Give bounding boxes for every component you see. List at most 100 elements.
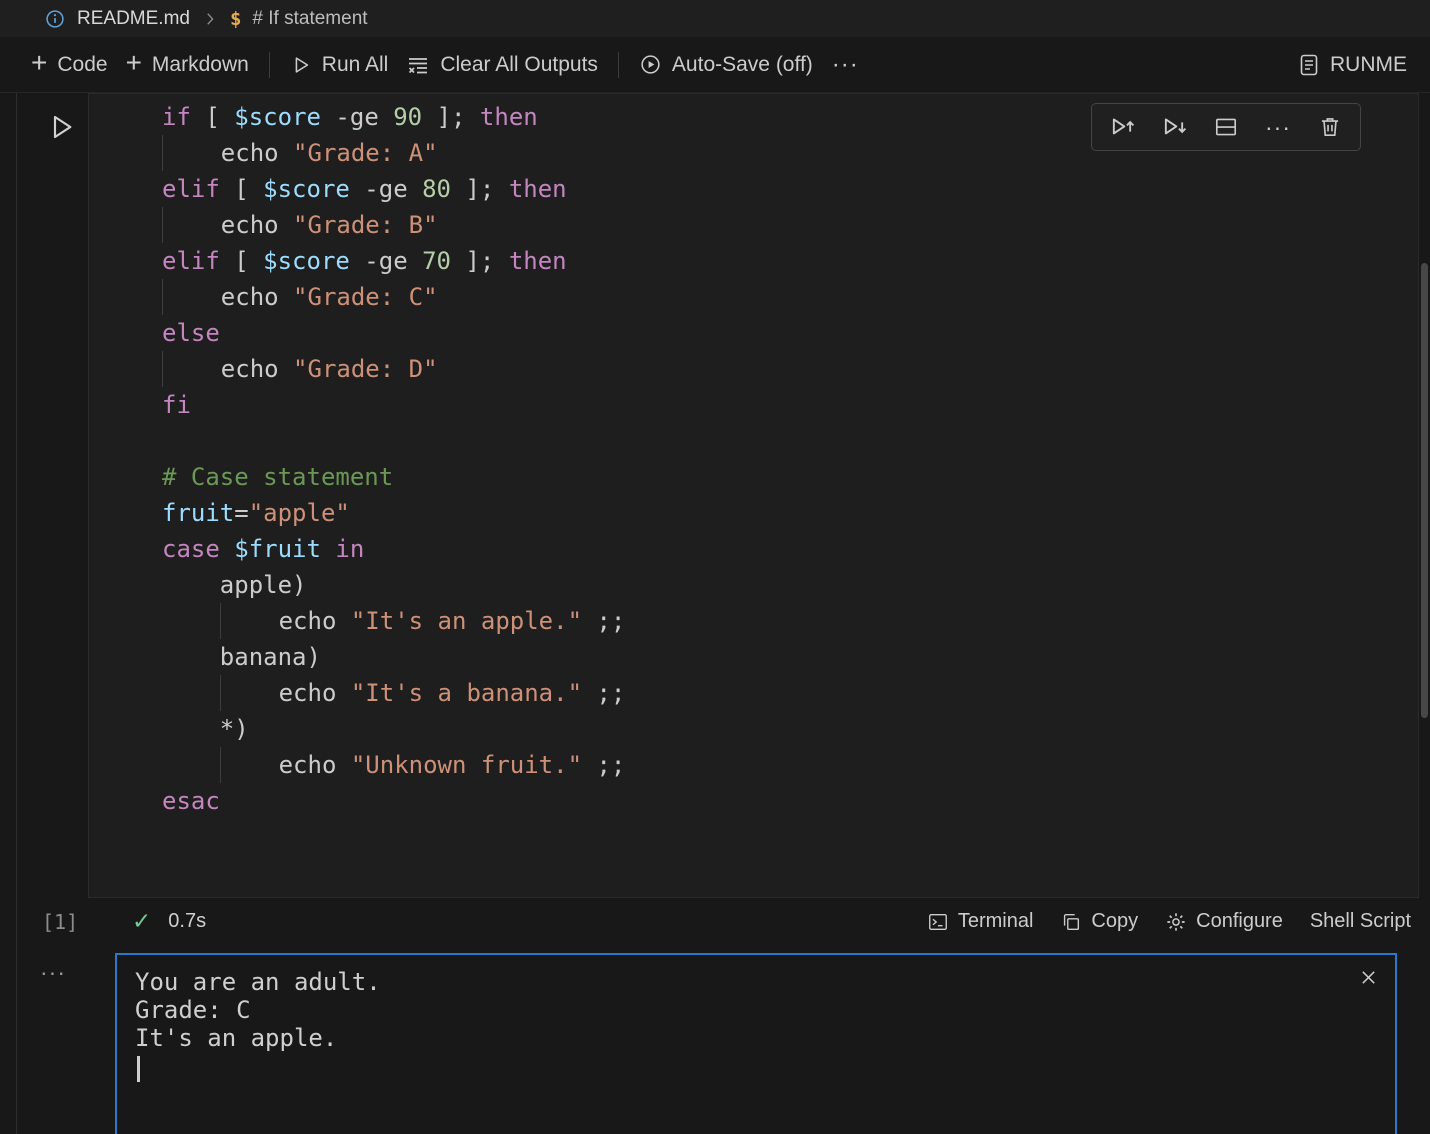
code-line[interactable]: fi [162, 387, 1418, 423]
cell-code-editor[interactable]: if [ $score -ge 90 ]; then echo "Grade: … [88, 93, 1419, 898]
code-token: -ge [350, 175, 422, 203]
breadcrumb-file[interactable]: README.md [77, 8, 190, 30]
copy-icon [1060, 911, 1082, 933]
terminal-button[interactable]: Terminal [927, 910, 1034, 933]
auto-save-label: Auto-Save (off) [672, 53, 813, 77]
code-line[interactable]: elif [ $score -ge 70 ]; then [162, 243, 1418, 279]
code-token [321, 535, 335, 563]
breadcrumb-section[interactable]: # If statement [252, 8, 367, 30]
runme-icon [1298, 53, 1320, 77]
plus-icon: + [31, 53, 47, 73]
notebook-cell: if [ $score -ge 90 ]; then echo "Grade: … [16, 93, 1430, 1134]
code-token: fi [162, 391, 191, 419]
success-check-icon: ✓ [132, 909, 151, 935]
auto-save-icon [639, 53, 662, 76]
code-token: 70 [422, 247, 451, 275]
code-token: apple) [162, 571, 307, 599]
vertical-scrollbar[interactable] [1421, 263, 1428, 718]
code-token: [ [191, 103, 234, 131]
output-more-button[interactable]: ··· [40, 959, 66, 986]
code-line[interactable]: # Case statement [162, 459, 1418, 495]
delete-cell-button[interactable] [1304, 107, 1356, 147]
code-token: ;; [582, 751, 625, 779]
code-line[interactable]: echo "Grade: B" [162, 207, 1418, 243]
execute-above-button[interactable] [1096, 107, 1148, 147]
code-line[interactable]: esac [162, 783, 1418, 819]
code-token: $score [263, 247, 350, 275]
terminal-cursor [137, 1056, 140, 1082]
code-line[interactable]: echo "Unknown fruit." ;; [162, 747, 1418, 783]
code-token: "Unknown fruit." [351, 751, 582, 779]
configure-button[interactable]: Configure [1165, 910, 1283, 933]
toolbar-more-button[interactable]: ··· [822, 47, 869, 83]
code-token: -ge [350, 247, 422, 275]
cell-output-row: ··· You are an adult.Grade: CIt's an app… [88, 953, 1397, 1134]
code-line[interactable]: echo "Grade: D" [162, 351, 1418, 387]
run-all-label: Run All [322, 53, 389, 77]
chevron-right-icon [201, 10, 219, 28]
code-token: "It's a banana." [351, 679, 582, 707]
breadcrumb-symbol-shell[interactable]: $ [230, 8, 241, 30]
code-line[interactable]: banana) [162, 639, 1418, 675]
code-token: echo [221, 679, 351, 707]
code-token: echo [221, 607, 351, 635]
code-token [162, 679, 220, 707]
code-line[interactable]: *) [162, 711, 1418, 747]
configure-label: Configure [1196, 910, 1283, 933]
code-token: 80 [422, 175, 451, 203]
copy-button[interactable]: Copy [1060, 910, 1138, 933]
clear-all-icon [406, 53, 430, 77]
code-token: [ [220, 175, 263, 203]
add-markdown-label: Markdown [152, 53, 249, 77]
info-icon[interactable] [44, 8, 66, 30]
code-token: $fruit [234, 535, 321, 563]
terminal-line: Grade: C [135, 996, 1377, 1024]
close-output-button[interactable] [1358, 967, 1379, 988]
code-token: $score [234, 103, 321, 131]
language-picker[interactable]: Shell Script [1310, 910, 1411, 933]
auto-save-button[interactable]: Auto-Save (off) [630, 47, 822, 83]
execute-below-button[interactable] [1148, 107, 1200, 147]
copy-label: Copy [1091, 910, 1138, 933]
split-cell-button[interactable] [1200, 107, 1252, 147]
clear-all-outputs-label: Clear All Outputs [440, 53, 598, 77]
runme-button[interactable]: RUNME [1289, 47, 1416, 83]
run-all-button[interactable]: Run All [281, 47, 398, 83]
code-token: -ge [321, 103, 393, 131]
notebook-toolbar: + Code + Markdown Run All Clear All Outp… [0, 37, 1430, 93]
add-code-label: Code [57, 53, 107, 77]
code-token: echo [163, 139, 293, 167]
code-line[interactable]: echo "Grade: C" [162, 279, 1418, 315]
code-token: = [234, 499, 248, 527]
cell-more-actions-button[interactable]: ··· [1252, 107, 1304, 147]
code-line[interactable]: else [162, 315, 1418, 351]
play-icon [290, 54, 312, 76]
code-line[interactable]: echo "It's an apple." ;; [162, 603, 1418, 639]
add-markdown-button[interactable]: + Markdown [117, 47, 258, 83]
clear-all-outputs-button[interactable]: Clear All Outputs [397, 47, 607, 83]
run-cell-button[interactable] [45, 111, 77, 143]
toolbar-separator [618, 52, 619, 78]
code-line[interactable]: case $fruit in [162, 531, 1418, 567]
code-token: then [509, 175, 567, 203]
code-line[interactable]: fruit="apple" [162, 495, 1418, 531]
code-token: "Grade: C" [293, 283, 438, 311]
code-token: ]; [451, 247, 509, 275]
execution-order-label: [1] [42, 910, 78, 934]
code-line[interactable] [162, 423, 1418, 459]
code-token: then [480, 103, 538, 131]
code-line[interactable]: echo "It's a banana." ;; [162, 675, 1418, 711]
code-token: elif [162, 175, 220, 203]
code-token: echo [163, 355, 293, 383]
gear-icon [1165, 911, 1187, 933]
code-token: "apple" [249, 499, 350, 527]
code-token: esac [162, 787, 220, 815]
code-line[interactable]: apple) [162, 567, 1418, 603]
runme-label: RUNME [1330, 53, 1407, 77]
code-line[interactable]: elif [ $score -ge 80 ]; then [162, 171, 1418, 207]
add-code-button[interactable]: + Code [22, 47, 117, 83]
terminal-output[interactable]: You are an adult.Grade: CIt's an apple. [115, 953, 1397, 1134]
cell-toolbar: ··· [1091, 103, 1361, 151]
language-label: Shell Script [1310, 910, 1411, 933]
execution-duration: 0.7s [168, 910, 206, 933]
